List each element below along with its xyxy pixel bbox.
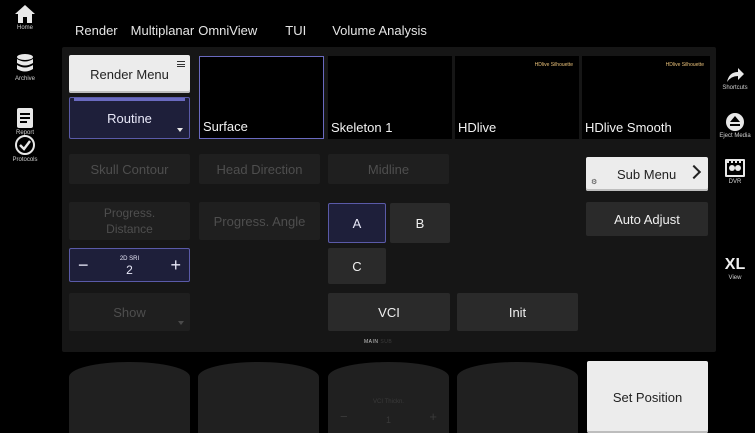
page-main: MAIN bbox=[364, 339, 379, 345]
eject-icon bbox=[726, 113, 744, 131]
sri-minus-button[interactable]: − bbox=[78, 255, 89, 276]
shortcuts-arrow-icon bbox=[727, 68, 744, 82]
sri-value: 2 bbox=[126, 263, 133, 277]
rotary-knob-1[interactable] bbox=[69, 362, 190, 433]
right-sidebar: Shortcuts Eject Media DVR XL View bbox=[715, 0, 755, 433]
chevron-right-icon bbox=[686, 164, 702, 180]
render-panel: Render Menu Routine Surface Skeleton 1 H… bbox=[62, 47, 716, 352]
menu-omniview[interactable]: OmniView bbox=[198, 23, 257, 38]
render-menu-button[interactable]: Render Menu bbox=[69, 55, 190, 93]
eject-media-label: Eject Media bbox=[719, 133, 751, 139]
routine-dropdown[interactable]: Routine bbox=[69, 97, 190, 139]
thumb-label: Surface bbox=[203, 119, 248, 134]
quadrant-c-button[interactable]: C bbox=[328, 248, 386, 284]
shortcuts-nav[interactable]: Shortcuts bbox=[715, 66, 755, 91]
progress-angle-button[interactable]: Progress. Angle bbox=[199, 202, 320, 240]
auto-adjust-button[interactable]: Auto Adjust bbox=[586, 202, 708, 236]
sri-plus-button[interactable]: + bbox=[170, 255, 181, 276]
head-direction-label: Head Direction bbox=[216, 161, 303, 177]
sub-menu-button[interactable]: Sub Menu ⚙ bbox=[586, 157, 708, 191]
knob-label: VCI Thickn. bbox=[373, 399, 404, 405]
auto-adjust-label: Auto Adjust bbox=[614, 211, 680, 227]
view-nav[interactable]: XL View bbox=[715, 256, 755, 281]
gear-small-icon: ⚙ bbox=[591, 179, 598, 186]
sub-menu-label: Sub Menu bbox=[617, 166, 677, 182]
rotary-knob-3[interactable]: VCI Thickn. − 1 + bbox=[328, 362, 449, 433]
report-nav[interactable]: Report bbox=[0, 107, 50, 136]
protocols-icon bbox=[15, 135, 35, 155]
menu-tui[interactable]: TUI bbox=[285, 23, 306, 38]
left-sidebar: Home Archive Report Protocols bbox=[0, 0, 50, 433]
knob-minus[interactable]: − bbox=[340, 409, 348, 425]
quadrant-a-button[interactable]: A bbox=[328, 203, 386, 243]
top-menu: Render Multiplanar OmniView TUI Volume A… bbox=[75, 20, 427, 40]
shortcuts-label: Shortcuts bbox=[722, 85, 748, 91]
home-icon bbox=[15, 5, 35, 23]
render-mode-surface[interactable]: Surface bbox=[199, 56, 324, 139]
thumb-label: Skeleton 1 bbox=[331, 120, 393, 135]
midline-label: Midline bbox=[367, 161, 410, 177]
skull-contour-label: Skull Contour bbox=[90, 161, 169, 177]
rotary-knob-4[interactable] bbox=[457, 362, 578, 433]
dropdown-corner-icon bbox=[178, 321, 184, 325]
show-button[interactable]: Show bbox=[69, 293, 190, 331]
head-direction-button[interactable]: Head Direction bbox=[199, 154, 320, 184]
midline-button[interactable]: Midline bbox=[328, 154, 449, 184]
view-label: View bbox=[728, 275, 742, 281]
dvr-icon bbox=[725, 159, 745, 177]
eject-media-nav[interactable]: Eject Media bbox=[715, 112, 755, 139]
home-label: Home bbox=[16, 25, 33, 31]
render-mode-hdlive-smooth[interactable]: HDlive Silhouette HDlive Smooth bbox=[582, 56, 710, 139]
routine-top-bar bbox=[74, 98, 185, 101]
render-mode-skeleton[interactable]: Skeleton 1 bbox=[328, 56, 452, 139]
menu-render[interactable]: Render bbox=[75, 23, 118, 38]
rotary-knob-2[interactable] bbox=[198, 362, 319, 433]
init-button[interactable]: Init bbox=[457, 293, 578, 331]
page-indicator: MAIN SUB bbox=[364, 339, 392, 345]
archive-nav[interactable]: Archive bbox=[0, 53, 50, 82]
progress-angle-label: Progress. Angle bbox=[213, 213, 306, 229]
quadrant-c-label: C bbox=[352, 258, 362, 274]
home-nav[interactable]: Home bbox=[0, 4, 50, 31]
thumb-label: HDlive Smooth bbox=[585, 120, 672, 135]
knob-controls: − 1 + bbox=[328, 409, 449, 425]
knob-plus[interactable]: + bbox=[429, 409, 437, 425]
render-menu-label: Render Menu bbox=[90, 66, 169, 82]
vci-button[interactable]: VCI bbox=[328, 293, 450, 331]
progress-distance-button[interactable]: Progress. Distance bbox=[69, 202, 190, 240]
protocols-nav[interactable]: Protocols bbox=[0, 134, 50, 163]
sri-stepper[interactable]: − 2D SRI 2 + bbox=[69, 248, 190, 282]
skull-contour-button[interactable]: Skull Contour bbox=[69, 154, 190, 184]
thumb-label: HDlive bbox=[458, 120, 497, 135]
set-position-button[interactable]: Set Position bbox=[587, 361, 708, 433]
silhouette-tag: HDlive Silhouette bbox=[534, 62, 573, 68]
routine-label: Routine bbox=[107, 110, 152, 126]
init-label: Init bbox=[508, 304, 527, 320]
xl-view-icon: XL bbox=[724, 256, 746, 273]
set-position-label: Set Position bbox=[612, 389, 683, 405]
quadrant-a-label: A bbox=[352, 215, 362, 231]
quadrant-b-label: B bbox=[415, 215, 425, 231]
menu-lines-icon bbox=[177, 61, 185, 67]
menu-volume-analysis[interactable]: Volume Analysis bbox=[332, 23, 427, 38]
dropdown-corner-icon bbox=[177, 128, 183, 132]
quadrant-b-button[interactable]: B bbox=[390, 203, 450, 243]
dvr-nav[interactable]: DVR bbox=[715, 158, 755, 185]
progress-distance-label: Progress. Distance bbox=[103, 206, 156, 236]
sri-value-group: 2D SRI 2 bbox=[120, 254, 139, 276]
dvr-label: DVR bbox=[728, 179, 742, 185]
protocols-label: Protocols bbox=[12, 157, 38, 163]
report-icon bbox=[17, 108, 33, 128]
page-sub: SUB bbox=[380, 339, 393, 345]
menu-multiplanar[interactable]: Multiplanar bbox=[131, 23, 195, 38]
knob-value: 1 bbox=[385, 415, 391, 425]
silhouette-tag: HDlive Silhouette bbox=[665, 62, 704, 68]
archive-icon bbox=[17, 54, 33, 72]
render-mode-hdlive[interactable]: HDlive Silhouette HDlive bbox=[455, 56, 579, 139]
archive-label: Archive bbox=[14, 76, 35, 82]
vci-label: VCI bbox=[378, 304, 400, 320]
show-label: Show bbox=[113, 304, 146, 320]
